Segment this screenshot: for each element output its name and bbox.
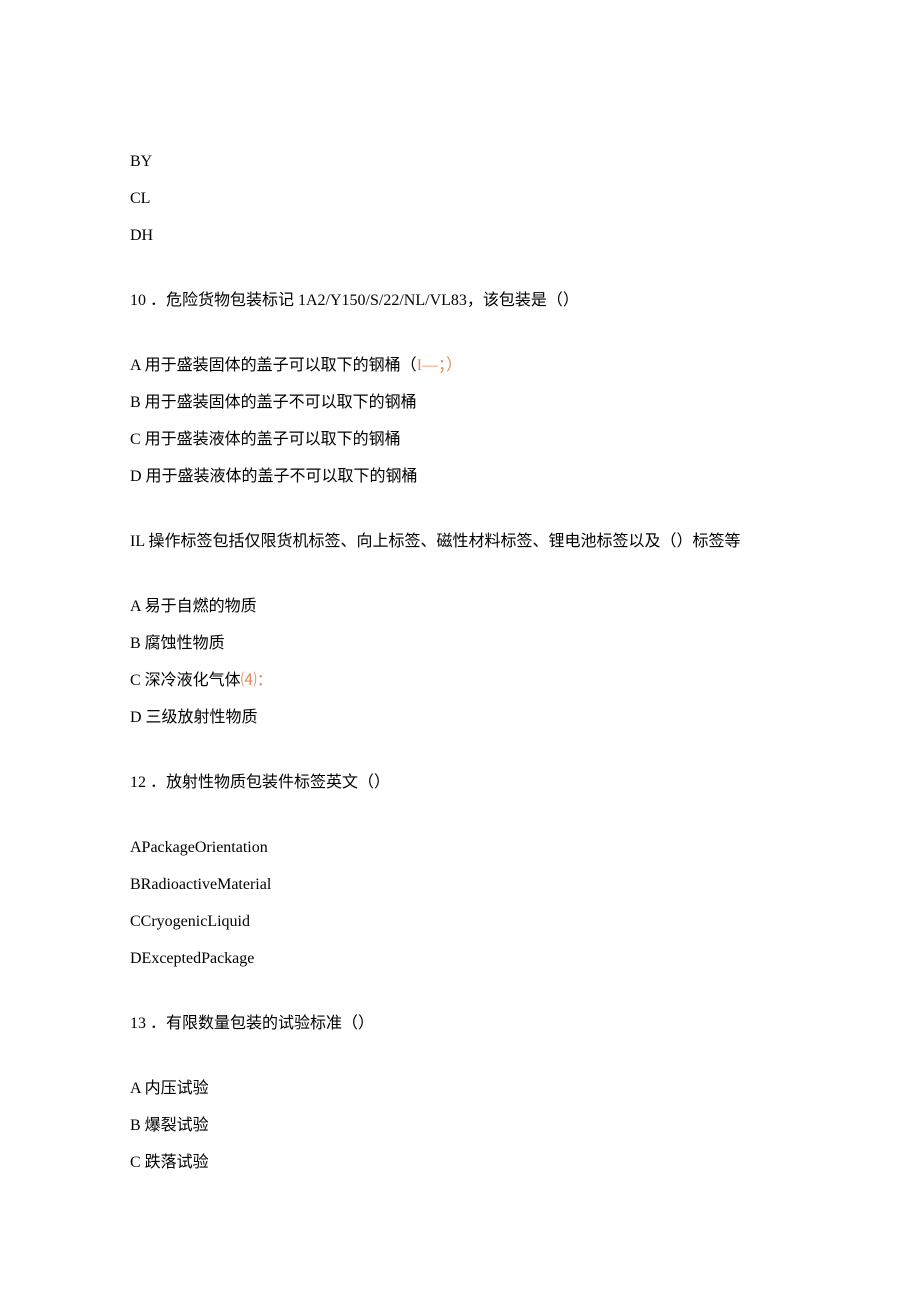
q13-stem: 13 ．有限数量包装的试验标准（） <box>130 1012 790 1036</box>
intro-line-0: BY <box>130 150 790 174</box>
q10-optA-text: A 用于盛装固体的盖子可以取下的钢桶（ <box>130 357 417 374</box>
q10-optC: C 用于盛装液体的盖子可以取下的钢桶 <box>130 428 790 452</box>
q12-optC: CCryogenicLiquid <box>130 910 790 934</box>
gap <box>130 808 790 836</box>
q12-optB: BRadioactiveMaterial <box>130 873 790 897</box>
q10-optB: B 用于盛装固体的盖子不可以取下的钢桶 <box>130 391 790 415</box>
intro-line-2: DH <box>130 224 790 248</box>
gap <box>130 502 790 530</box>
q11-optA: A 易于自燃的物质 <box>130 595 790 619</box>
q11-optD: D 三级放射性物质 <box>130 706 790 730</box>
q11-optC-text: C 深冷液化气体 <box>130 672 241 689</box>
gap <box>130 984 790 1012</box>
document-page: BY CL DH 10 ．危险货物包装标记 1A2/Y150/S/22/NL/V… <box>0 0 920 1301</box>
gap <box>130 1049 790 1077</box>
gap <box>130 326 790 354</box>
q12-stem: 12 ．放射性物质包装件标签英文（） <box>130 771 790 795</box>
gap <box>130 567 790 595</box>
q13-optB: B 爆裂试验 <box>130 1114 790 1138</box>
q12-optD: DExceptedPackage <box>130 947 790 971</box>
q10-optA-highlight: I—；） <box>417 357 462 374</box>
q11-optC: C 深冷液化气体⑷： <box>130 669 790 693</box>
q11-optC-highlight: ⑷： <box>241 672 273 689</box>
q10-optD: D 用于盛装液体的盖子不可以取下的钢桶 <box>130 465 790 489</box>
q13-optC: C 跌落试验 <box>130 1151 790 1175</box>
q12-optA: APackageOrientation <box>130 836 790 860</box>
q11-optB: B 腐蚀性物质 <box>130 632 790 656</box>
gap <box>130 261 790 289</box>
q10-optA: A 用于盛装固体的盖子可以取下的钢桶（I—；） <box>130 354 790 378</box>
gap <box>130 743 790 771</box>
intro-line-1: CL <box>130 187 790 211</box>
q11-stem: IL 操作标签包括仅限货机标签、向上标签、磁性材料标签、锂电池标签以及（）标签等 <box>130 530 790 554</box>
q13-optA: A 内压试验 <box>130 1077 790 1101</box>
q10-stem: 10 ．危险货物包装标记 1A2/Y150/S/22/NL/VL83，该包装是（… <box>130 289 790 313</box>
